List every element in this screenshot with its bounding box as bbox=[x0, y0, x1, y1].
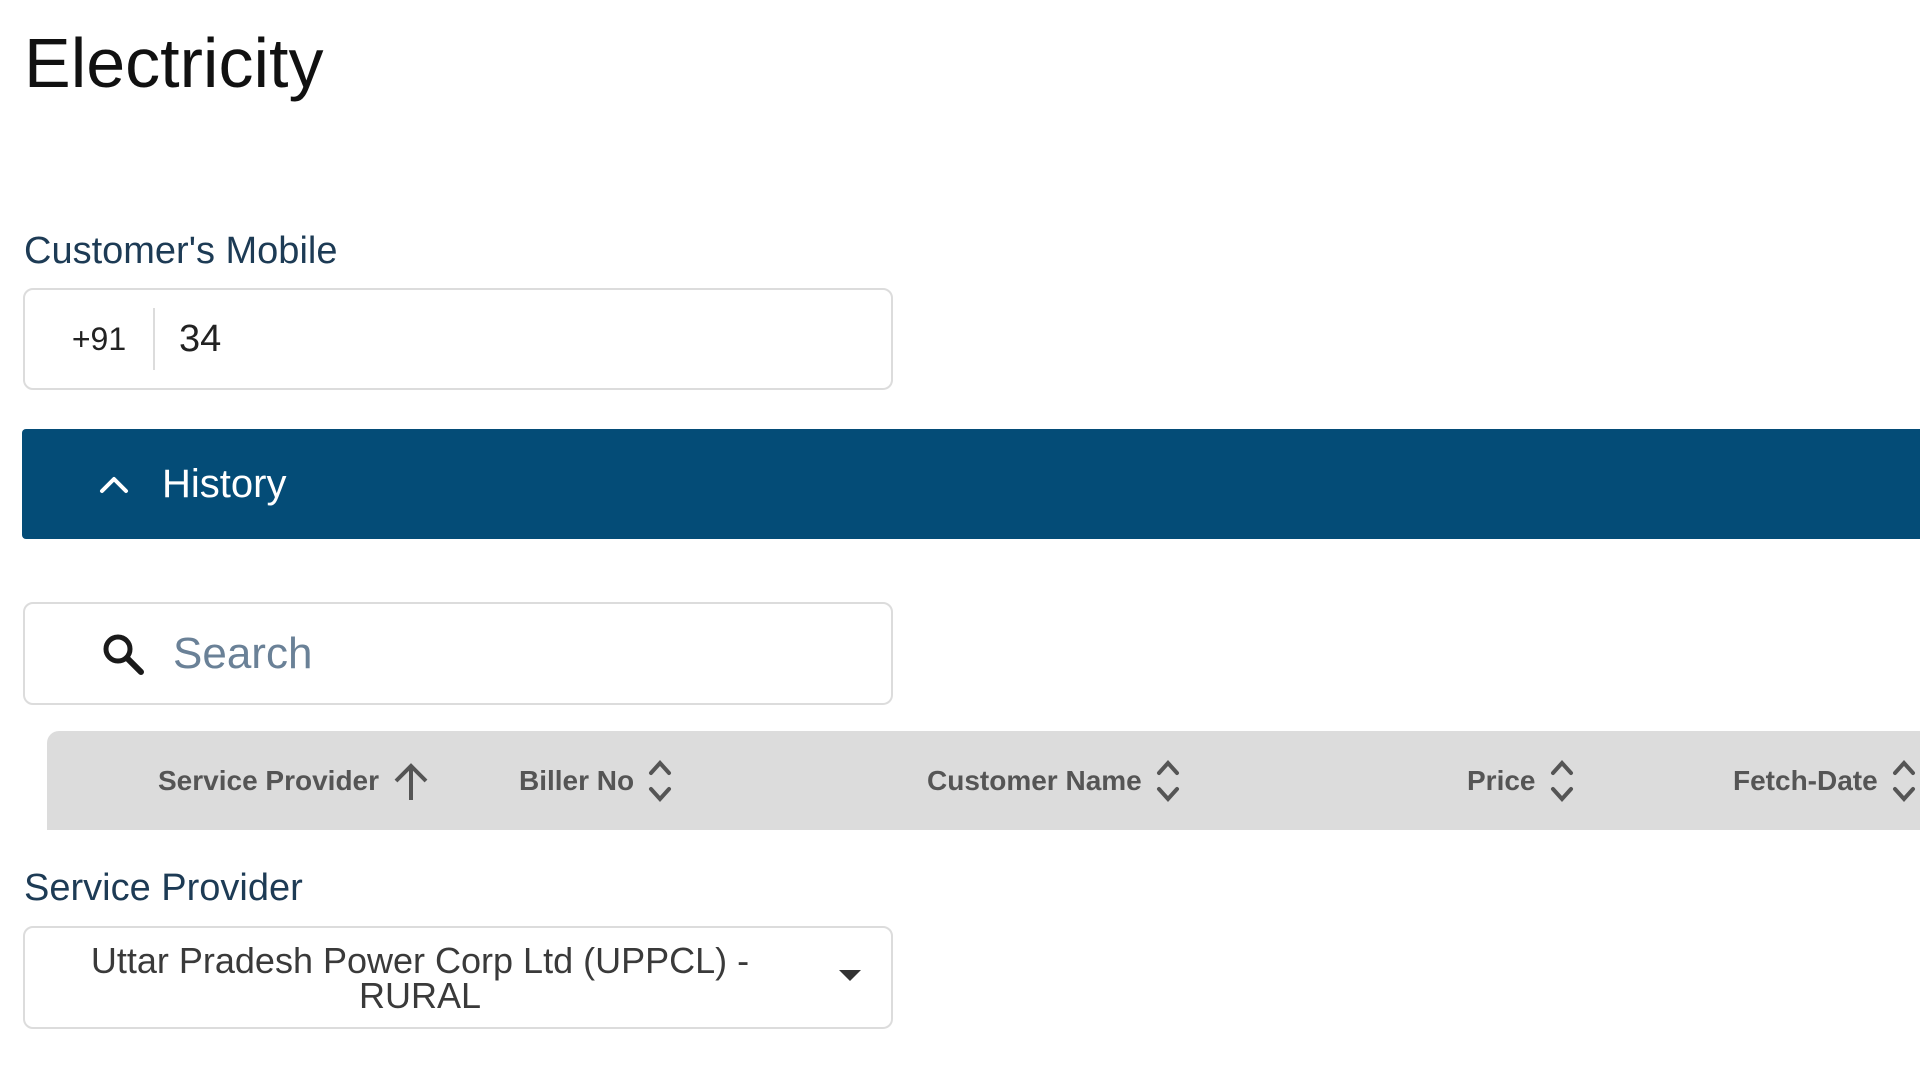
service-provider-label: Service Provider bbox=[24, 867, 303, 909]
search-input[interactable] bbox=[171, 627, 891, 680]
chevron-up-icon bbox=[94, 464, 134, 504]
table-header: Service Provider Biller No Customer Name… bbox=[47, 731, 1920, 830]
sort-icon bbox=[1156, 759, 1179, 802]
sort-icon bbox=[1550, 759, 1573, 802]
service-provider-select[interactable]: Uttar Pradesh Power Corp Ltd (UPPCL) - R… bbox=[23, 926, 893, 1029]
column-header-service-provider[interactable]: Service Provider bbox=[158, 731, 431, 830]
history-label: History bbox=[162, 462, 287, 506]
search-field[interactable] bbox=[23, 602, 893, 705]
service-provider-selected: Uttar Pradesh Power Corp Ltd (UPPCL) - R… bbox=[90, 939, 750, 1016]
sort-icon bbox=[649, 759, 672, 802]
column-header-label: Fetch-Date bbox=[1733, 764, 1878, 796]
mobile-field[interactable]: +91 bbox=[23, 288, 893, 390]
caret-down-icon bbox=[839, 970, 861, 981]
country-code: +91 bbox=[71, 320, 127, 357]
column-header-label: Service Provider bbox=[158, 764, 380, 796]
page-title: Electricity bbox=[24, 24, 324, 102]
sort-icon bbox=[1892, 759, 1915, 802]
arrow-up-icon bbox=[394, 762, 428, 800]
history-toggle[interactable]: History bbox=[22, 429, 1920, 539]
mobile-input[interactable] bbox=[155, 298, 891, 380]
column-header-price[interactable]: Price bbox=[1467, 731, 1576, 830]
column-header-fetch-date[interactable]: Fetch-Date bbox=[1733, 731, 1918, 830]
column-header-label: Price bbox=[1467, 764, 1536, 796]
search-icon bbox=[103, 634, 144, 675]
mobile-label: Customer's Mobile bbox=[24, 230, 338, 272]
column-header-biller-no[interactable]: Biller No bbox=[519, 731, 674, 830]
page: Electricity Customer's Mobile +91 Histor… bbox=[0, 0, 1920, 1080]
column-header-label: Customer Name bbox=[927, 764, 1142, 796]
column-header-customer-name[interactable]: Customer Name bbox=[927, 731, 1182, 830]
column-header-label: Biller No bbox=[519, 764, 635, 796]
